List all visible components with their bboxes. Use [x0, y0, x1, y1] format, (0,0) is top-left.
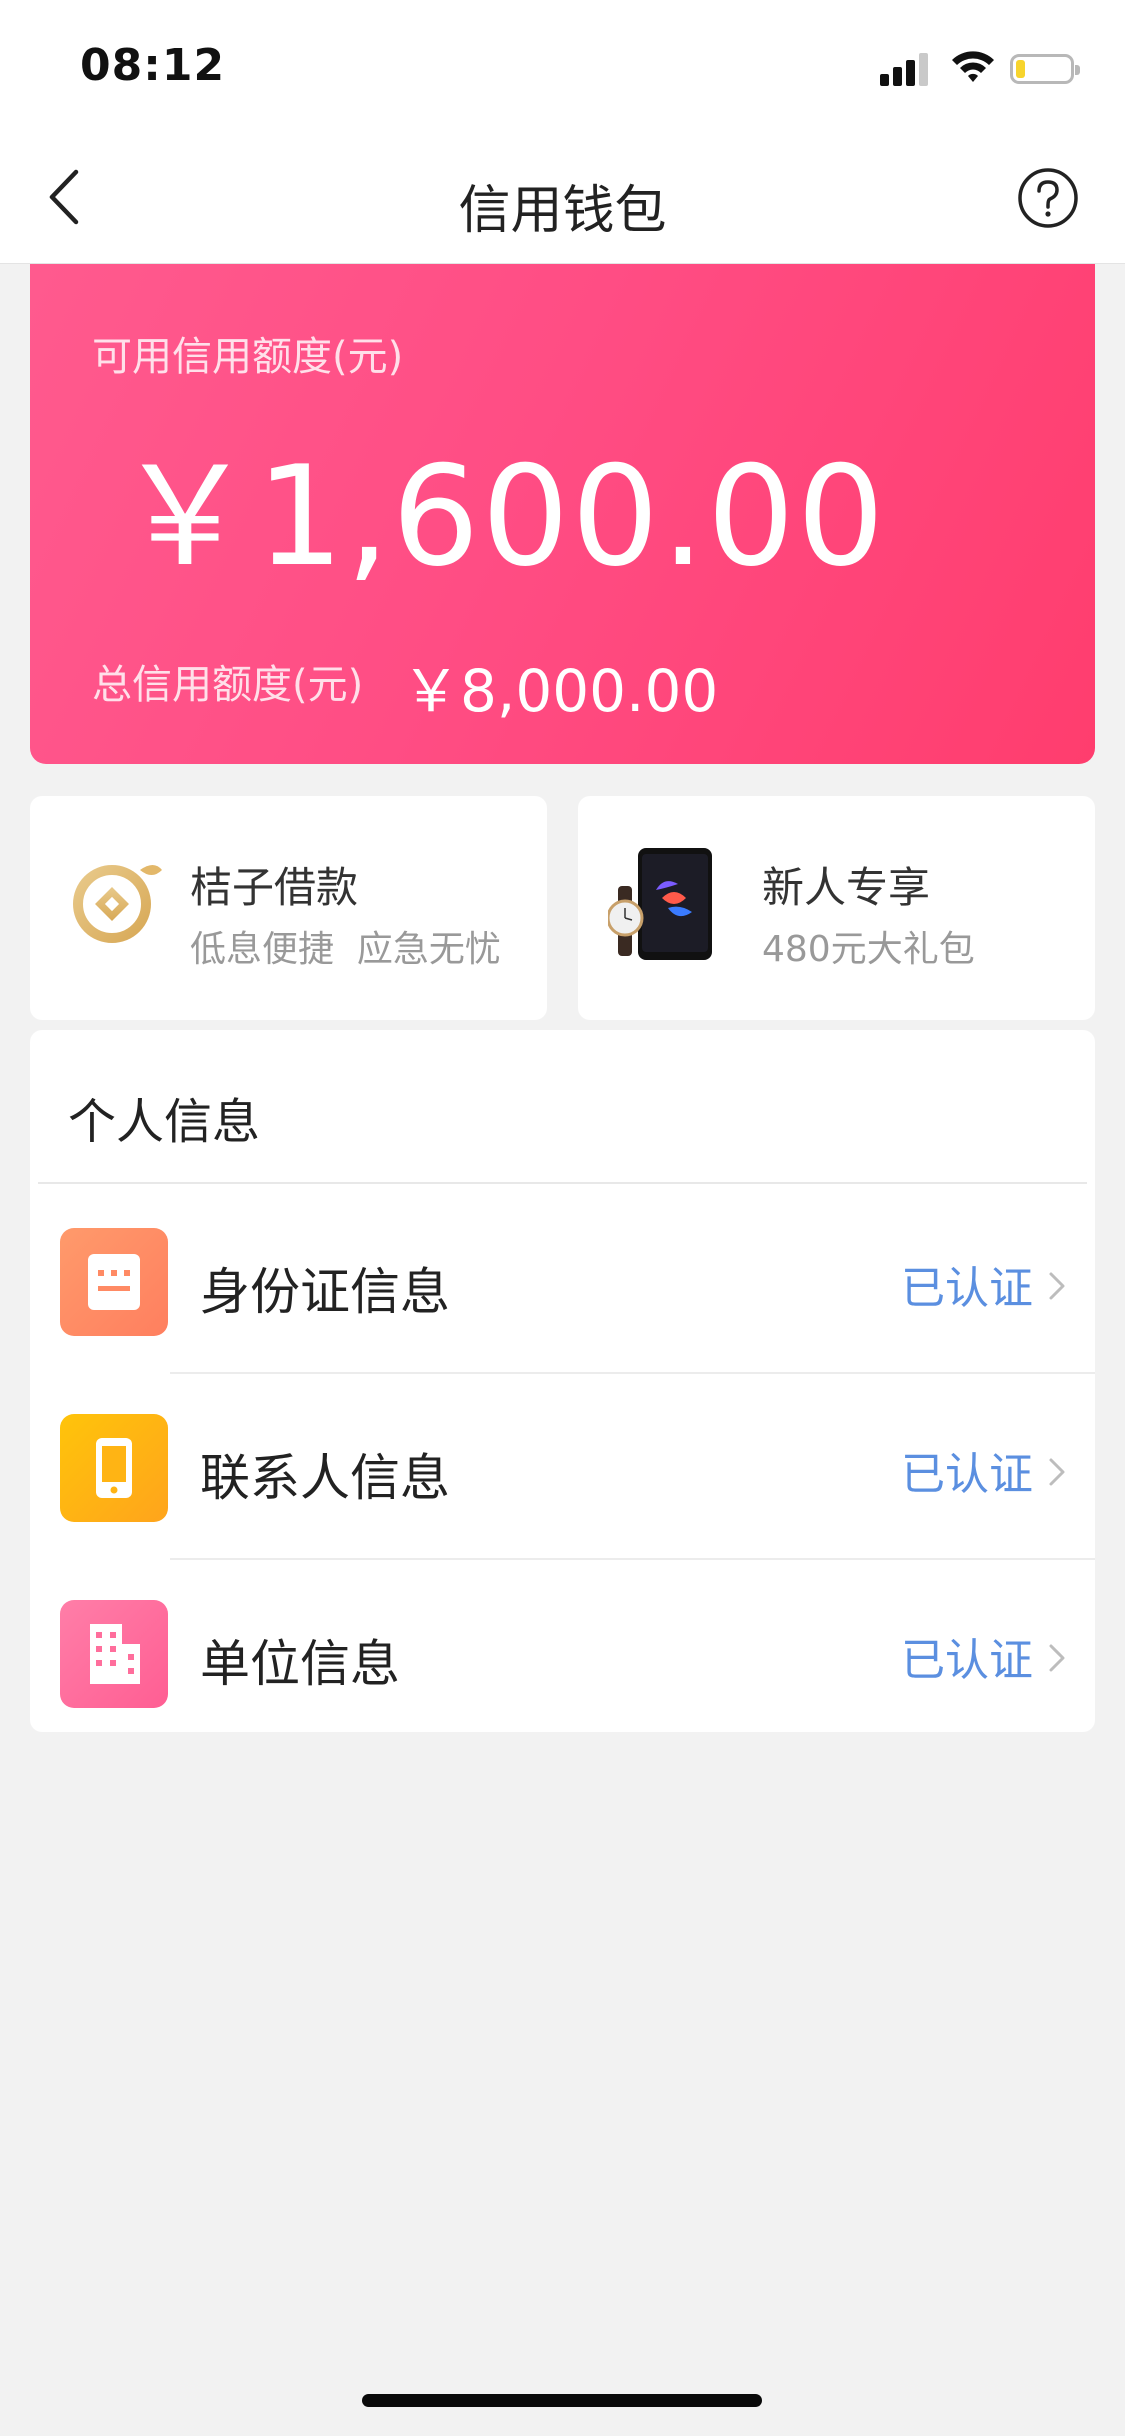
row-label: 单位信息	[200, 1635, 400, 1693]
promo-title: 新人专享	[762, 863, 931, 912]
cellular-signal-icon	[880, 50, 932, 86]
info-row-id-card[interactable]: 身份证信息 已认证	[30, 1188, 1095, 1374]
total-credit-value: ￥8,000.00	[402, 657, 719, 725]
verified-status[interactable]: 已认证	[901, 1252, 1033, 1316]
orange-coin-icon	[73, 865, 162, 943]
battery-icon	[1010, 54, 1080, 84]
promo-title: 桔子借款	[190, 863, 359, 912]
help-icon[interactable]	[1016, 166, 1080, 230]
nav-bar: 信用钱包	[0, 132, 1125, 264]
available-credit-label: 可用信用额度(元)	[92, 334, 404, 380]
credit-card: 可用信用额度(元) ￥1,600.00 总信用额度(元) ￥8,000.00	[30, 264, 1095, 764]
info-row-contacts[interactable]: 联系人信息 已认证	[30, 1374, 1095, 1560]
page-title: 信用钱包	[458, 181, 667, 241]
verified-status[interactable]: 已认证	[901, 1624, 1033, 1688]
chevron-right-icon	[1049, 1458, 1065, 1486]
available-credit-value: ￥1,600.00	[116, 436, 887, 597]
total-credit-label: 总信用额度(元)	[92, 662, 364, 708]
wifi-icon	[952, 51, 994, 82]
phone-icon	[60, 1414, 168, 1522]
row-label: 身份证信息	[200, 1263, 450, 1321]
chevron-right-icon	[1049, 1272, 1065, 1300]
info-row-company[interactable]: 单位信息 已认证	[30, 1560, 1095, 1746]
home-indicator[interactable]	[362, 2394, 762, 2407]
battery-level	[1016, 60, 1025, 78]
id-card-icon	[60, 1228, 168, 1336]
promo-subtitle: 480元大礼包	[762, 929, 975, 970]
phone-watch-icon	[608, 848, 712, 960]
promo-card-loan[interactable]: 桔子借款 低息便捷 应急无忧	[30, 796, 547, 1020]
chevron-right-icon	[1049, 1644, 1065, 1672]
section-title: 个人信息	[68, 1094, 261, 1150]
status-time: 08:12	[80, 40, 226, 91]
status-bar: 08:12	[0, 0, 1125, 132]
screen: 08:12 信用钱包 可用信用额度(元) ￥1,600.00 总信用额度(元) …	[0, 0, 1125, 2436]
building-icon	[60, 1600, 168, 1708]
row-label: 联系人信息	[200, 1449, 450, 1507]
promo-card-newuser[interactable]: 新人专享 480元大礼包	[578, 796, 1095, 1020]
verified-status[interactable]: 已认证	[901, 1438, 1033, 1502]
personal-info-section: 个人信息 身份证信息 已认证 联系人信息 已认证 单位信息 已认证	[30, 1030, 1095, 1732]
divider	[38, 1182, 1087, 1184]
promo-subtitle: 低息便捷 应急无忧	[190, 929, 501, 970]
